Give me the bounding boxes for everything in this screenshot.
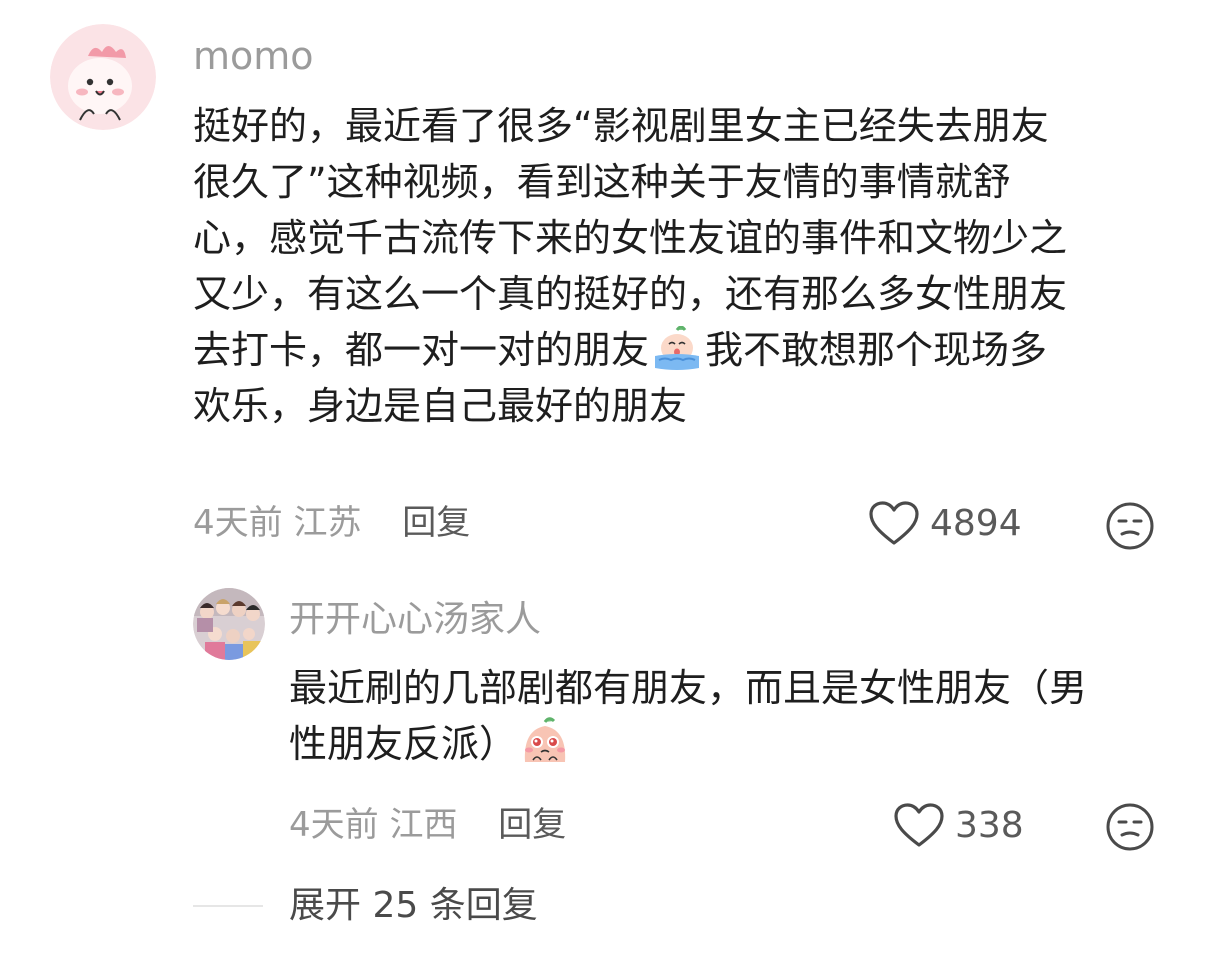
comment-line: 挺好的，最近看了很多“影视剧里女主已经失去朋友 [193,104,1049,148]
like-button[interactable]: 338 [893,803,1024,849]
comment-location: 江苏 [293,503,362,543]
reply-content: 最近刷的几部剧都有朋友，而且是女性朋友（男 性朋友反派） [289,660,1169,772]
reply-location: 江西 [389,805,458,845]
reply-line: 最近刷的几部剧都有朋友，而且是女性朋友（男 [289,666,1088,710]
unamused-face-icon [1106,803,1154,851]
unamused-face-icon [1106,502,1154,550]
comment-line: 很久了”这种视频，看到这种关于友情的事情就舒 [193,160,1011,204]
avatar[interactable] [193,588,265,660]
expand-replies[interactable]: 展开 25 条回复 [193,884,538,928]
reply-button[interactable]: 回复 [498,805,566,845]
reply-line: 性朋友反派） [289,716,1169,772]
reply-username[interactable]: 开开心心汤家人 [289,598,541,642]
comment-line-text: 我不敢想那个现场多 [705,328,1048,372]
comment-username[interactable]: momo [193,33,314,79]
comment-line: 欢乐，身边是自己最好的朋友 [193,384,688,428]
pink-cat-avatar-icon [50,24,156,130]
avatar[interactable] [50,24,156,130]
pleading-face-emoji-icon [519,716,571,766]
like-count: 338 [955,805,1024,846]
like-count: 4894 [930,503,1022,544]
dislike-button[interactable] [1105,802,1155,852]
reply-meta: 4天前 江西 回复 [289,803,566,847]
comment-line: 心，感觉千古流传下来的女性友谊的事件和文物少之 [193,216,1068,260]
reply-time: 4天前 [289,805,379,845]
crying-face-emoji-icon [651,326,703,372]
heart-icon [869,501,919,545]
divider [193,905,263,907]
comment-content: 挺好的，最近看了很多“影视剧里女主已经失去朋友 很久了”这种视频，看到这种关于友… [193,98,1163,434]
comment-line: 又少，有这么一个真的挺好的，还有那么多女性朋友 [193,272,1068,316]
group-photo-avatar-icon [193,588,265,660]
like-button[interactable]: 4894 [868,501,1022,547]
comment-meta: 4天前 江苏 回复 [193,501,470,545]
expand-replies-label[interactable]: 展开 25 条回复 [289,884,538,928]
comment-time: 4天前 [193,503,283,543]
reply-button[interactable]: 回复 [402,503,470,543]
comment-line-text: 去打卡，都一对一对的朋友 [193,328,650,372]
dislike-button[interactable] [1105,501,1155,551]
comment-line: 去打卡，都一对一对的朋友 我不敢想那个现场多 [193,322,1163,378]
heart-icon [894,803,944,847]
reply-line-text: 性朋友反派） [289,722,518,766]
